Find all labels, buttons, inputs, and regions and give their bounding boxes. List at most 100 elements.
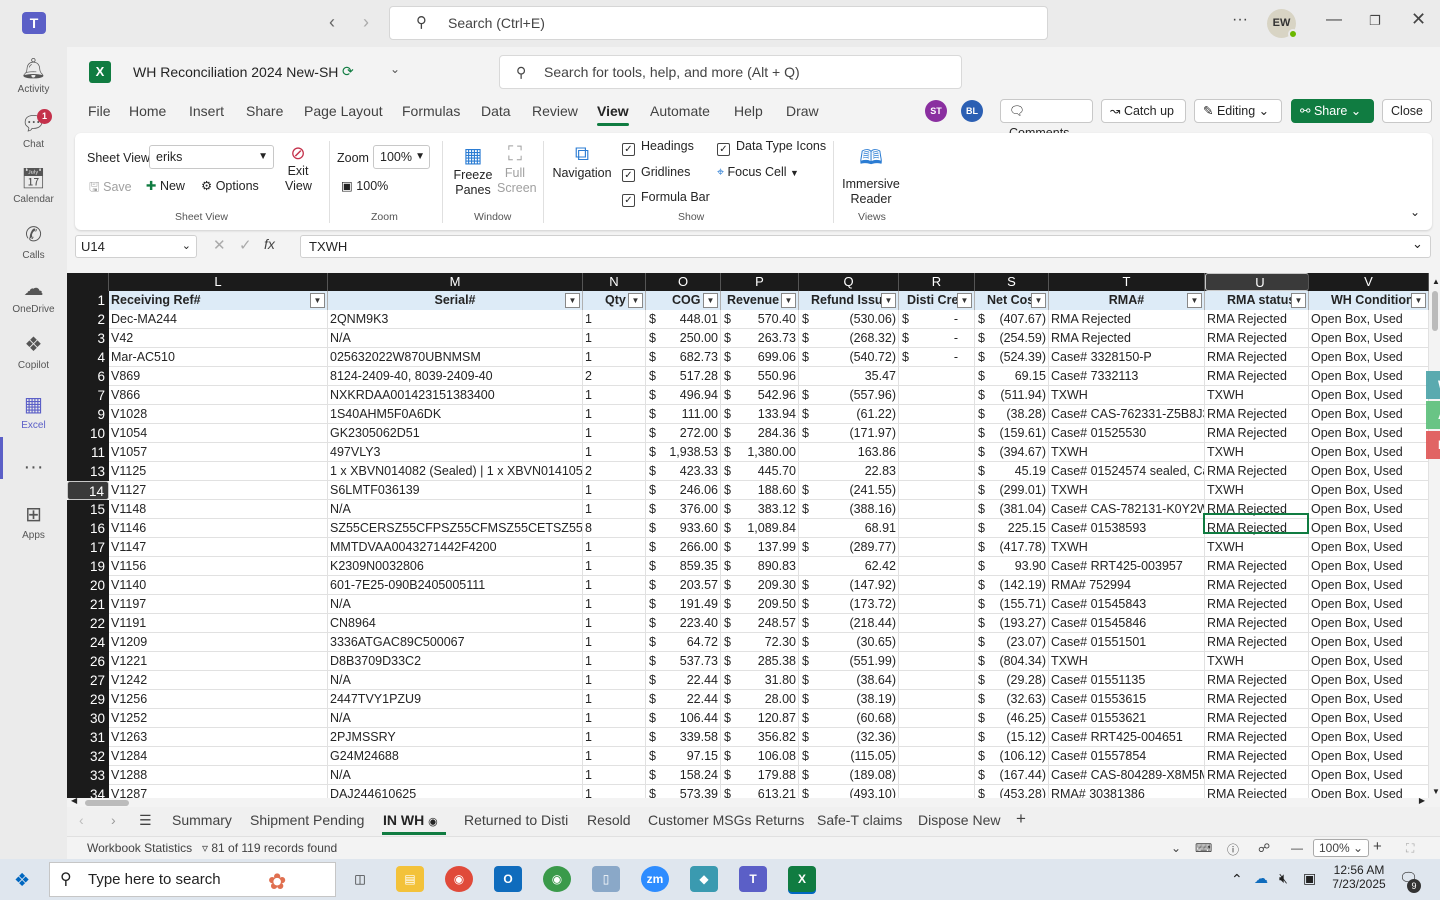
sheet-tab[interactable]: Returned to Disti xyxy=(464,812,568,828)
cell-l[interactable]: V1156 xyxy=(109,557,328,575)
filter-applied-icon[interactable]: ▼ xyxy=(1291,293,1306,308)
cell-p[interactable]: $137.99 xyxy=(721,538,799,556)
filter-dropdown-icon[interactable]: ▼ xyxy=(1187,293,1202,308)
cell-o[interactable]: $266.00 xyxy=(646,538,721,556)
header-cell[interactable]: Refund Issue ▼ xyxy=(799,291,899,310)
cell-n[interactable]: 8 xyxy=(583,519,646,537)
cell-t[interactable]: RMA Rejected xyxy=(1049,310,1205,328)
cell-q[interactable]: 35.47 xyxy=(799,367,899,385)
cell-m[interactable]: CN8964 xyxy=(328,614,583,632)
row-header[interactable]: 4 xyxy=(67,348,109,367)
cell-r[interactable]: $ - xyxy=(899,310,975,328)
active-time-badge[interactable]: Active: 05:0 xyxy=(1426,401,1440,429)
app-icon[interactable]: ◆ xyxy=(690,866,718,892)
minimize-icon[interactable]: — xyxy=(1326,11,1342,29)
cell-l[interactable]: V1197 xyxy=(109,595,328,613)
cell-l[interactable]: Dec-MA244 xyxy=(109,310,328,328)
column-header[interactable]: T xyxy=(1049,273,1205,291)
rail-item-chat[interactable]: 💬︎ Chat xyxy=(0,112,67,150)
cell-s[interactable]: $ (511.94) xyxy=(975,386,1049,404)
cell-l[interactable]: V1140 xyxy=(109,576,328,594)
filter-dropdown-icon[interactable]: ▼ xyxy=(1411,293,1426,308)
immersive-reader-button[interactable]: 🕮︎ Immersive Reader xyxy=(841,143,901,207)
formula-bar-input[interactable]: TXWH xyxy=(300,235,1431,258)
cell-s[interactable]: $ (381.04) xyxy=(975,500,1049,518)
filter-dropdown-icon[interactable]: ▼ xyxy=(957,293,972,308)
cell-o[interactable]: $272.00 xyxy=(646,424,721,442)
filter-dropdown-icon[interactable]: ▼ xyxy=(310,293,325,308)
cell-r[interactable] xyxy=(899,633,975,651)
cell-n[interactable]: 1 xyxy=(583,766,646,784)
cell-u[interactable]: RMA Rejected xyxy=(1205,557,1309,575)
cell-q[interactable]: $ (61.22) xyxy=(799,405,899,423)
cell-s[interactable]: $ (46.25) xyxy=(975,709,1049,727)
cell-o[interactable]: $106.44 xyxy=(646,709,721,727)
cell-s[interactable]: $ (38.28) xyxy=(975,405,1049,423)
row-header[interactable]: 33 xyxy=(67,766,109,785)
header-cell[interactable]: Revenue ▼ xyxy=(721,291,799,310)
column-header[interactable]: O xyxy=(646,273,721,291)
cell-o[interactable]: $682.73 xyxy=(646,348,721,366)
next-sheet-icon[interactable]: › xyxy=(111,812,116,828)
cell-m[interactable]: K2309N0032806 xyxy=(328,557,583,575)
cell-v[interactable]: Open Box, Used xyxy=(1309,595,1429,613)
cell-o[interactable]: $376.00 xyxy=(646,500,721,518)
header-cell[interactable]: Qty ▼ xyxy=(583,291,646,310)
cell-m[interactable]: SZ55CERSZ55CFPSZ55CFMSZ55CETSZ552AKSZ5 xyxy=(328,519,583,537)
cell-o[interactable]: $191.49 xyxy=(646,595,721,613)
scroll-right-icon[interactable]: ▶ xyxy=(1419,796,1425,805)
cell-r[interactable] xyxy=(899,367,975,385)
filter-dropdown-icon[interactable]: ▼ xyxy=(781,293,796,308)
avatar[interactable]: ST xyxy=(925,100,947,122)
cell-r[interactable] xyxy=(899,652,975,670)
tools-search-input[interactable]: ⚲ Search for tools, help, and more (Alt … xyxy=(499,55,962,89)
cell-p[interactable]: $179.88 xyxy=(721,766,799,784)
cell-v[interactable]: Open Box, Used xyxy=(1309,652,1429,670)
autosave-icon[interactable]: ⟳ xyxy=(342,63,354,80)
cell-r[interactable] xyxy=(899,728,975,746)
cell-r[interactable] xyxy=(899,538,975,556)
row-header[interactable]: 7 xyxy=(67,386,109,405)
cell-s[interactable]: $ (254.59) xyxy=(975,329,1049,347)
column-header[interactable]: V xyxy=(1309,273,1429,291)
close-window-icon[interactable]: ✕ xyxy=(1411,9,1426,30)
cell-u[interactable]: TXWH xyxy=(1205,538,1309,556)
cell-s[interactable]: $ (804.34) xyxy=(975,652,1049,670)
cell-v[interactable]: Open Box, Used xyxy=(1309,576,1429,594)
cell-o[interactable]: $250.00 xyxy=(646,329,721,347)
cell-o[interactable]: $64.72 xyxy=(646,633,721,651)
cell-p[interactable]: $28.00 xyxy=(721,690,799,708)
document-title[interactable]: WH Reconciliation 2024 New-SH xyxy=(133,64,338,80)
cell-m[interactable]: DAJ244610625 xyxy=(328,785,583,798)
cell-r[interactable] xyxy=(899,443,975,461)
cell-l[interactable]: V1028 xyxy=(109,405,328,423)
cell-t[interactable]: Case# 01525530 xyxy=(1049,424,1205,442)
navigation-button[interactable]: ⧉ Navigation xyxy=(551,143,613,180)
cell-r[interactable] xyxy=(899,709,975,727)
freeze-panes-button[interactable]: ▦ Freeze Panes xyxy=(453,143,493,198)
cell-o[interactable]: $203.57 xyxy=(646,576,721,594)
chevron-down-icon[interactable]: ⌄ xyxy=(1412,236,1423,252)
cell-o[interactable]: $517.28 xyxy=(646,367,721,385)
cell-m[interactable]: 3336ATGAC89C500067 xyxy=(328,633,583,651)
cell-n[interactable]: 1 xyxy=(583,481,646,499)
cell-p[interactable]: $31.80 xyxy=(721,671,799,689)
insert-function-icon[interactable]: fx xyxy=(264,236,275,252)
cell-m[interactable]: D8B3709D33C2 xyxy=(328,652,583,670)
filter-dropdown-icon[interactable]: ▼ xyxy=(628,293,643,308)
rail-item-calls[interactable]: ✆ Calls xyxy=(0,223,67,261)
cell-v[interactable]: Open Box, Used xyxy=(1309,766,1429,784)
zoom-100-button[interactable]: ▣ 100% xyxy=(341,178,388,193)
cell-l[interactable]: V1127 xyxy=(109,481,328,499)
cell-q[interactable]: $ (115.05) xyxy=(799,747,899,765)
filter-dropdown-icon[interactable]: ▼ xyxy=(1031,293,1046,308)
cell-l[interactable]: V866 xyxy=(109,386,328,404)
cell-q[interactable]: $ (530.06) xyxy=(799,310,899,328)
cell-v[interactable]: Open Box, Used xyxy=(1309,424,1429,442)
menu-insert[interactable]: Insert xyxy=(189,103,224,119)
scroll-up-icon[interactable]: ▲ xyxy=(1432,277,1440,286)
cell-r[interactable] xyxy=(899,595,975,613)
focus-cell-button[interactable]: ⌖ Focus Cell ▼ xyxy=(717,165,799,180)
cell-q[interactable]: $ (557.96) xyxy=(799,386,899,404)
cell-l[interactable]: V1287 xyxy=(109,785,328,798)
